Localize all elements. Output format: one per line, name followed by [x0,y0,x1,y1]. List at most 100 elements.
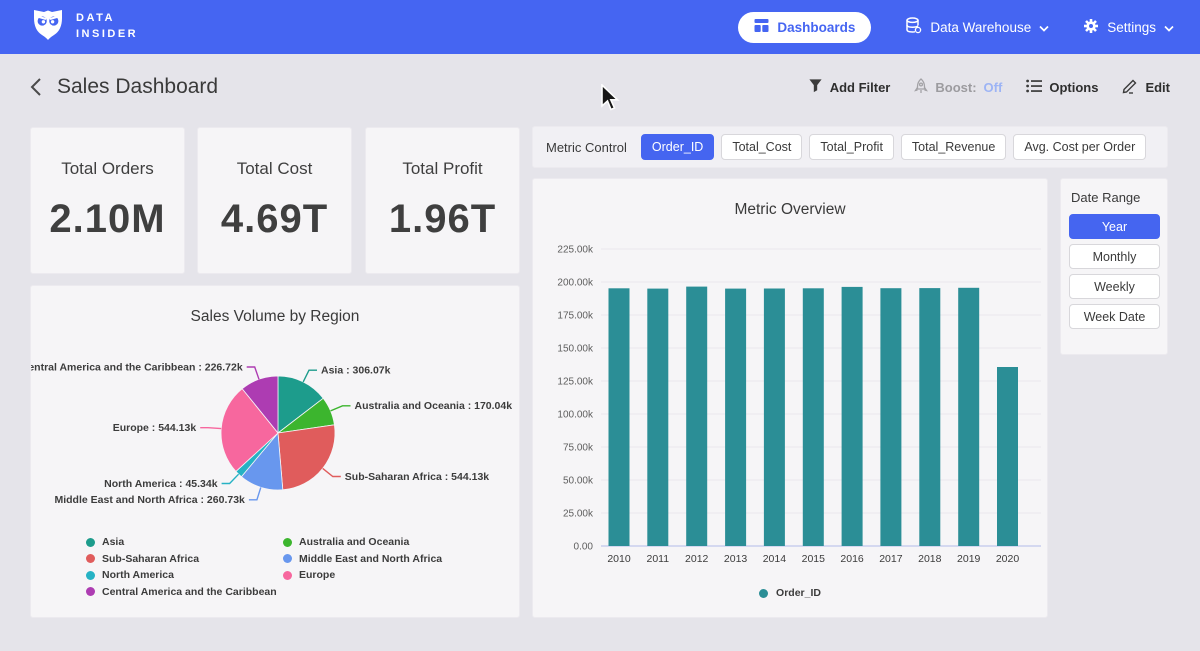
date-range-option-monthly[interactable]: Monthly [1069,244,1160,269]
y-axis-tick: 25.00k [563,509,594,520]
add-filter-button[interactable]: Add Filter [808,78,891,96]
bar-2016[interactable] [842,287,863,546]
legend-dot [86,571,95,580]
pie-label-asia: Asia : 306.07k [321,364,391,376]
boost-value: Off [984,80,1003,95]
y-axis-tick: 200.00k [557,278,594,289]
options-label: Options [1049,80,1098,95]
dashboards-button[interactable]: Dashboards [738,12,871,43]
bar-2010[interactable] [609,288,630,546]
bar-2014[interactable] [764,289,785,547]
y-axis-tick: 0.00 [574,542,594,553]
bar-chart: 0.0025.00k50.00k75.00k100.00k125.00k150.… [533,179,1049,619]
page-header: Sales Dashboard Add Filter Boost: Off [0,54,1200,120]
bar-2015[interactable] [803,288,824,546]
bar-2020[interactable] [997,367,1018,546]
date-range-options-group: Year Monthly Weekly Week Date [1069,214,1159,329]
bar-chart-legend[interactable]: Order_ID [533,587,1047,599]
y-axis-tick: 125.00k [557,377,594,388]
metric-option-total-cost[interactable]: Total_Cost [721,134,802,160]
x-axis-tick-2013: 2013 [724,553,748,565]
list-options-icon [1026,79,1042,96]
options-button[interactable]: Options [1026,79,1098,96]
pie-chart-legend: Asia Australia and Oceania Sub-Saharan Afr… [86,534,442,600]
metric-option-avg-cost-per-order[interactable]: Avg. Cost per Order [1013,134,1146,160]
kpi-label: Total Orders [61,159,154,179]
top-navbar: DATA INSIDER Dashboards [0,0,1200,54]
metric-option-total-profit[interactable]: Total_Profit [809,134,894,160]
x-axis-tick-2011: 2011 [647,553,670,565]
chevron-down-icon [1039,20,1049,35]
metric-control-bar: Metric Control Order_ID Total_Cost Total_P… [532,126,1168,168]
settings-label: Settings [1107,20,1156,35]
x-axis-tick-2020: 2020 [996,553,1020,565]
dashboards-grid-icon [754,18,769,36]
metric-overview-chart-card: Metric Overview 0.0025.00k50.00k75.00k10… [532,178,1048,618]
data-warehouse-menu[interactable]: Data Warehouse [905,17,1049,37]
rocket-icon [914,78,928,97]
pie-legend-item-asia[interactable]: Asia [86,536,283,548]
bar-2019[interactable] [958,288,979,546]
legend-label: Middle East and North Africa [299,553,442,565]
date-range-option-week-date[interactable]: Week Date [1069,304,1160,329]
x-axis-tick-2010: 2010 [607,553,631,565]
x-axis-tick-2016: 2016 [840,553,864,565]
y-axis-tick: 50.00k [563,476,594,487]
database-icon [905,17,922,37]
metric-option-total-revenue[interactable]: Total_Revenue [901,134,1006,160]
legend-label: Australia and Oceania [299,536,409,548]
legend-label: Asia [102,536,124,548]
pie-legend-item-europe[interactable]: Europe [283,569,442,581]
x-axis-tick-2019: 2019 [957,553,981,565]
kpi-label: Total Cost [237,159,313,179]
pie-label-north-america: North America : 45.34k [104,478,218,490]
x-axis-tick-2012: 2012 [685,553,709,565]
brand-logo[interactable]: DATA INSIDER [30,8,138,47]
bar-2017[interactable] [880,288,901,546]
owl-logo-icon [30,8,66,47]
metric-control-label: Metric Control [546,140,627,155]
pie-label-sub-saharan-africa: Sub-Saharan Africa : 544.13k [345,471,489,483]
boost-toggle[interactable]: Boost: Off [914,78,1002,97]
kpi-value: 1.96T [389,197,496,242]
x-axis-tick-2018: 2018 [918,553,942,565]
pie-slice-sub-saharan-africa[interactable] [278,425,335,490]
legend-label-order-id: Order_ID [776,587,821,599]
chevron-left-icon [30,77,43,97]
pie-label-middle-east-and-north-africa: Middle East and North Africa : 260.73k [54,494,245,506]
kpi-value: 4.69T [221,197,328,242]
kpi-card-total-orders: Total Orders 2.10M [30,127,185,274]
pie-legend-item-north-america[interactable]: North America [86,569,283,581]
bar-2013[interactable] [725,289,746,546]
metric-option-order-id[interactable]: Order_ID [641,134,714,160]
edit-button[interactable]: Edit [1122,78,1170,97]
legend-label: North America [102,569,174,581]
legend-dot [283,571,292,580]
legend-label: Central America and the Caribbean [102,586,277,598]
pie-legend-item-australia-and-oceania[interactable]: Australia and Oceania [283,536,442,548]
metric-options-group: Order_ID Total_Cost Total_Profit Total_Reve… [641,134,1146,160]
legend-dot [86,554,95,563]
pie-legend-item-middle-east-and-north-africa[interactable]: Middle East and North Africa [283,553,442,565]
y-axis-tick: 175.00k [557,311,594,322]
legend-dot-order-id [759,589,768,598]
y-axis-tick: 75.00k [563,443,594,454]
pie-legend-item-central-america-and-the-caribbean[interactable]: Central America and the Caribbean [86,586,283,598]
pie-label-europe: Europe : 544.13k [113,422,197,434]
settings-menu[interactable]: Settings [1083,18,1174,37]
pie-label-australia-and-oceania: Australia and Oceania : 170.04k [355,400,513,412]
legend-dot [86,587,95,596]
brand-line1: DATA [76,11,138,27]
sales-volume-chart-card: Sales Volume by Region Asia : 306.07kAus… [30,285,520,618]
legend-label: Sub-Saharan Africa [102,553,199,565]
date-range-option-year[interactable]: Year [1069,214,1160,239]
pie-legend-item-sub-saharan-africa[interactable]: Sub-Saharan Africa [86,553,283,565]
bar-2011[interactable] [647,289,668,546]
back-button[interactable] [30,77,43,97]
pie-label-central-america-and-the-caribbean: Central America and the Caribbean : 226.… [31,361,243,373]
bar-2012[interactable] [686,287,707,546]
x-axis-tick-2014: 2014 [763,553,787,565]
bar-2018[interactable] [919,288,940,546]
page-title: Sales Dashboard [57,75,218,99]
date-range-option-weekly[interactable]: Weekly [1069,274,1160,299]
